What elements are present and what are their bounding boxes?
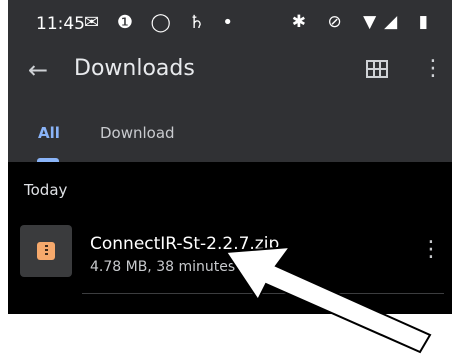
file-name: ConnectIR-St-2.2.7.zip	[90, 234, 280, 254]
status-time: 11:45	[36, 14, 85, 34]
divider	[82, 293, 444, 294]
filter-tabs: All Download	[8, 94, 452, 162]
zip-file-icon	[37, 242, 55, 260]
more-vert-icon[interactable]: ⋮	[422, 56, 444, 81]
app-bar: ← Downloads ⋮	[8, 50, 452, 94]
tab-all[interactable]: All	[38, 124, 60, 142]
phone-screen: 11:45 ✉ ❶ ◯ ♄ • ✱ ⊘ ▼◢ ▮ ← Downloads ⋮ A…	[8, 0, 452, 314]
more-vert-icon[interactable]: ⋮	[420, 237, 442, 262]
page-title: Downloads	[74, 56, 195, 81]
system-icons: ✱ ⊘ ▼◢ ▮	[291, 12, 436, 32]
grid-view-icon[interactable]	[366, 60, 388, 78]
file-thumbnail	[20, 225, 72, 277]
arrow-left-icon[interactable]: ←	[28, 56, 48, 84]
tab-download[interactable]: Download	[100, 124, 175, 142]
file-meta: 4.78 MB, 38 minutes ago	[90, 259, 266, 275]
status-bar: 11:45 ✉ ❶ ◯ ♄ • ✱ ⊘ ▼◢ ▮	[8, 0, 452, 50]
notification-icons: ✉ ❶ ◯ ♄ •	[84, 12, 240, 33]
tab-indicator	[37, 158, 59, 162]
list-item[interactable]: ConnectIR-St-2.2.7.zip 4.78 MB, 38 minut…	[8, 225, 452, 285]
section-header: Today	[24, 181, 68, 199]
